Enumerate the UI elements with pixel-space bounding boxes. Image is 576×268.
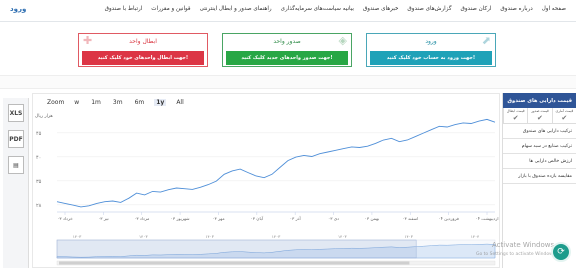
x-tick-label: آذر ۰۳ — [290, 216, 302, 221]
x-tick-label: مهر ۰۳ — [212, 216, 224, 221]
navigator-tick-label: ۱۴۰۳ — [205, 234, 214, 239]
issue-title: صدور واحد — [273, 37, 301, 45]
range-all-button[interactable]: All — [174, 99, 185, 106]
series-toggle-label: قیمت صدور — [531, 109, 549, 113]
issue-card[interactable]: ◈ صدور واحد جهت صدور واحدهای جدید کلیک ک… — [222, 33, 352, 67]
x-tick-label: تیر ۰۳ — [98, 216, 109, 221]
sidebar-item-nav[interactable]: ارزش خالص دارایی ها — [503, 154, 576, 169]
navigator-selection — [56, 239, 417, 259]
section-divider — [0, 75, 576, 89]
redeem-card[interactable]: ✚ ابطال واحد جهت ابطال واحدهای خود کلیک … — [78, 33, 208, 67]
tag-icon: ◈ — [338, 34, 347, 47]
menu-item-investment-policy[interactable]: بیانیه سیاست‌های سرمایه‌گذاری — [281, 6, 354, 12]
menu-item-regulations[interactable]: قوانین و مقررات — [151, 6, 190, 12]
print-icon[interactable]: ▤ — [8, 156, 24, 174]
y-tick-label: ۳۵ — [36, 179, 42, 185]
series-toggle-redeem[interactable]: قیمت ابطال ✔ — [503, 108, 527, 123]
plus-icon: ✚ — [83, 34, 93, 47]
x-tick-label: شهریور ۰۳ — [171, 216, 190, 221]
series-toggles: قیمت ابطال ✔ قیمت صدور ✔ قیمت آماری ✔ — [503, 108, 576, 124]
range-1y-button[interactable]: 1y — [154, 99, 167, 106]
check-icon: ✔ — [561, 114, 568, 122]
menu-item-online-guide[interactable]: راهنمای صدور و ابطال اینترنتی — [200, 6, 272, 12]
x-tick-label: فروردین ۰۴ — [438, 216, 458, 221]
menu-item-pillars[interactable]: ارکان صندوق — [460, 6, 491, 12]
refresh-icon: ⟳ — [557, 247, 565, 257]
menu-item-home[interactable]: صفحه اول — [542, 6, 566, 12]
range-3m-button[interactable]: 3m — [111, 99, 125, 106]
login-title: ورود — [425, 37, 437, 45]
sidebar-title[interactable]: قیمت دارایی های صندوق — [503, 93, 576, 108]
main-menu: صفحه اول درباره صندوق ارکان صندوق گزارش‌… — [105, 6, 566, 12]
x-tick-label: اردیبهشت ۰۴ — [475, 216, 498, 221]
menu-item-news[interactable]: خبرهای صندوق — [363, 6, 398, 12]
redeem-title: ابطال واحد — [129, 37, 157, 45]
chart-canvas[interactable]: ۲۸ ۳۵ ۴۰ ۴۵ خرداد ۰۳ تیر ۰۳ مرداد ۰۳ شهریور ۰۳ م… — [33, 94, 501, 268]
sidebar-item-asset-composition[interactable]: ترکیب دارایی های صندوق — [503, 124, 576, 139]
x-tick-label: بهمن ۰۳ — [365, 216, 380, 221]
navigator-tick-label: ۱۴۰۳ — [404, 234, 413, 239]
y-tick-label: ۴۰ — [36, 155, 41, 161]
range-1m-button[interactable]: 1m — [89, 99, 103, 106]
login-button[interactable]: جهت ورود به حساب خود کلیک کنید! — [370, 51, 492, 65]
series-toggle-label: قیمت آماری — [555, 109, 574, 113]
redeem-button[interactable]: جهت ابطال واحدهای خود کلیک کنید! — [82, 51, 204, 65]
x-tick-label: خرداد ۰۳ — [57, 216, 73, 221]
activation-watermark-sub: Go to Settings to activate Windows. — [476, 252, 557, 257]
navigator-tick-label: ۱۴۰۳ — [139, 234, 148, 239]
activation-watermark: Activate Windows — [492, 241, 555, 249]
login-link[interactable]: ورود — [10, 5, 26, 13]
check-icon: ✔ — [537, 114, 543, 122]
check-icon: ✔ — [512, 114, 519, 122]
zoom-label: Zoom — [47, 99, 65, 106]
pdf-icon[interactable]: PDF — [8, 130, 24, 148]
menu-item-about[interactable]: درباره صندوق — [500, 6, 532, 12]
range-6m-button[interactable]: 6m — [133, 99, 147, 106]
x-tick-label: مرداد ۰۳ — [134, 216, 149, 221]
support-button[interactable]: ⟳ — [551, 242, 571, 262]
navigator-scrollbar-thumb — [59, 261, 410, 265]
series-toggle-stat[interactable]: قیمت آماری ✔ — [551, 108, 576, 123]
price-chart: ۲۸ ۳۵ ۴۰ ۴۵ خرداد ۰۳ تیر ۰۳ مرداد ۰۳ شهریور ۰۳ م… — [32, 93, 500, 268]
x-tick-label: آبان ۰۳ — [251, 216, 264, 221]
navigator-tick-label: ۱۴۰۴ — [471, 234, 480, 239]
menu-item-contact[interactable]: ارتباط با صندوق — [105, 6, 143, 12]
export-toolbar: XLS PDF ▤ — [3, 98, 29, 268]
y-tick-label: ۲۸ — [36, 203, 42, 209]
navigator-tick-label: ۱۴۰۳ — [338, 234, 347, 239]
menu-item-reports[interactable]: گزارش‌های صندوق — [407, 6, 451, 12]
action-cards: ✚ ابطال واحد جهت ابطال واحدهای خود کلیک … — [78, 33, 498, 69]
navigator-tick-label: ۱۴۰۳ — [73, 234, 82, 239]
login-card[interactable]: ⬈ ورود جهت ورود به حساب خود کلیک کنید! — [366, 33, 496, 67]
x-tick-label: اسفند ۰۳ — [402, 216, 418, 221]
y-tick-label: ۴۵ — [36, 131, 42, 137]
y-axis-unit: هزار ریال — [35, 114, 53, 119]
xls-icon[interactable]: XLS — [8, 104, 24, 122]
sidebar-item-industry-composition[interactable]: ترکیب صنایع در سبد سهام — [503, 139, 576, 154]
range-1w-button[interactable]: w — [72, 99, 81, 106]
x-tick-label: دی ۰۳ — [328, 216, 339, 221]
sidebar-item-return-comparison[interactable]: مقایسه بازده صندوق با بازار — [503, 169, 576, 184]
navigator-tick-label: ۱۴۰۳ — [272, 234, 281, 239]
top-navbar: ورود صفحه اول درباره صندوق ارکان صندوق گ… — [0, 0, 576, 22]
issue-button[interactable]: جهت صدور واحدهای جدید کلیک کنید! — [226, 51, 348, 65]
arrow-icon: ⬈ — [481, 34, 491, 47]
series-toggle-label: قیمت ابطال — [506, 109, 525, 113]
zoom-toolbar: Zoom w 1m 3m 6m 1y All — [47, 99, 186, 106]
series-toggle-issue[interactable]: قیمت صدور ✔ — [527, 108, 551, 123]
